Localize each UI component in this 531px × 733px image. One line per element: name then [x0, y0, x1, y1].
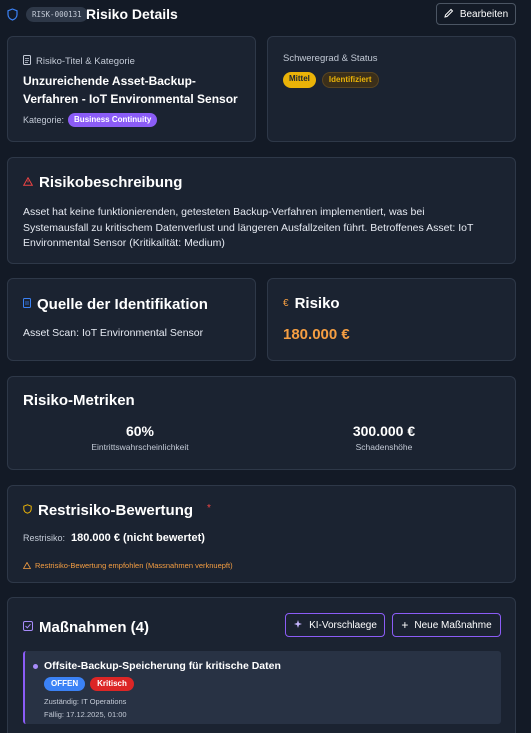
source-heading-row: Quelle der Identifikation [23, 295, 208, 313]
euro-icon: € [283, 298, 289, 309]
measure-status-badge: OFFEN [44, 677, 86, 691]
description-card: Risikobeschreibung Asset hat keine funkt… [7, 157, 516, 264]
severity-status-card: Schweregrad & Status Mittel Identifizier… [267, 36, 516, 142]
description-line-3: Environmental Sensor (Kritikalität: Medi… [23, 237, 225, 249]
title-category-label-row: Risiko-Titel & Kategorie [23, 52, 135, 70]
shield-outline-icon [23, 501, 32, 519]
damage-metric: 300.000 € Schadenshöhe [267, 423, 501, 452]
measure-badges: OFFEN Kritisch [44, 677, 134, 691]
residual-heading: Restrisiko-Bewertung [38, 501, 194, 519]
document-icon [23, 52, 31, 70]
risk-title-line-1: Unzureichende Asset-Backup- [23, 74, 196, 88]
risk-title: Unzureichende Asset-Backup- Verfahren - … [23, 72, 238, 108]
category-badge: Business Continuity [68, 113, 158, 127]
category-row: Kategorie: Business Continuity [23, 113, 158, 127]
measure-responsible: Zuständig: IT Operations [44, 697, 127, 706]
title-category-card: Risiko-Titel & Kategorie Unzureichende A… [7, 36, 256, 142]
new-measure-button[interactable]: + Neue Maßnahme [392, 613, 501, 637]
residual-value-row: Restrisiko: 180.000 € (nicht bewertet) [23, 532, 205, 544]
description-text: Asset hat keine funktionierenden, getest… [23, 205, 473, 252]
new-measure-label: Neue Maßnahme [414, 619, 492, 631]
description-line-1: Asset hat keine funktionierenden, getest… [23, 206, 425, 218]
category-label: Kategorie: [23, 115, 65, 125]
edit-button[interactable]: Bearbeiten [436, 3, 516, 25]
description-line-2: Systemausfall zu kritischem Datenverlust… [23, 221, 474, 234]
damage-value: 300.000 € [352, 423, 416, 439]
measures-card: Maßnahmen (4) KI-Vorschlaege + Neue Maßn… [7, 597, 516, 733]
alert-icon [22, 556, 32, 574]
file-icon [23, 295, 31, 313]
measure-title: Offsite-Backup-Speicherung für kritische… [44, 660, 281, 672]
metrics-heading: Risiko-Metriken [23, 392, 135, 409]
residual-risk-card: Restrisiko-Bewertung * Restrisiko: 180.0… [7, 485, 516, 583]
damage-label: Schadenshöhe [355, 442, 413, 452]
source-card: Quelle der Identifikation Asset Scan: Io… [7, 278, 256, 361]
metrics-card: Risiko-Metriken 60% Eintrittswahrscheinl… [7, 376, 516, 470]
severity-badge: Mittel [283, 72, 316, 88]
shield-icon [7, 8, 18, 26]
severity-status-badges: Mittel Identifiziert [283, 72, 379, 88]
page-title: Risiko Details [86, 6, 178, 22]
description-heading-row: Risikobeschreibung [22, 173, 183, 191]
measures-heading-row: Maßnahmen (4) [23, 618, 149, 636]
measure-due-date: Fällig: 17.12.2025, 01:00 [44, 710, 127, 719]
residual-heading-row: Restrisiko-Bewertung * [23, 501, 211, 519]
risk-value-heading-row: € Risiko [283, 295, 340, 312]
measures-heading: Maßnahmen (4) [39, 618, 150, 636]
edit-button-label: Bearbeiten [459, 8, 509, 20]
ai-suggestions-label: KI-Vorschlaege [309, 619, 377, 631]
status-badge: Identifiziert [321, 72, 379, 88]
plus-icon: + [401, 618, 409, 632]
description-heading: Risikobeschreibung [39, 173, 183, 191]
risk-value: 180.000 € [283, 326, 350, 343]
residual-label: Restrisiko: [23, 533, 66, 543]
probability-value: 60% [125, 423, 155, 439]
source-heading: Quelle der Identifikation [37, 295, 208, 313]
residual-value: 180.000 € (nicht bewertet) [71, 532, 205, 544]
risk-id-badge: RISK-000131 [26, 7, 88, 22]
risk-value-heading: Risiko [294, 295, 340, 312]
warning-triangle-icon [22, 173, 34, 191]
risk-title-line-2: Verfahren - IoT Environmental Sensor [23, 92, 238, 106]
sparkle-icon [293, 619, 303, 632]
severity-status-label: Schweregrad & Status [283, 53, 378, 64]
required-marker: * [207, 502, 211, 514]
risk-value-card: € Risiko 180.000 € [267, 278, 516, 361]
probability-metric: 60% Eintrittswahrscheinlichkeit [23, 423, 257, 452]
pencil-icon [444, 8, 454, 21]
source-text: Asset Scan: IoT Environmental Sensor [23, 327, 204, 339]
measure-priority-badge: Kritisch [90, 677, 134, 691]
header: RISK-000131 Risiko Details Bearbeiten [0, 0, 531, 30]
measure-bullet-icon [33, 663, 38, 669]
ai-suggestions-button[interactable]: KI-Vorschlaege [285, 613, 385, 637]
measure-item[interactable]: Offsite-Backup-Speicherung für kritische… [23, 651, 501, 724]
residual-warning: Restrisiko-Bewertung empfohlen (Massnahm… [35, 560, 233, 570]
title-category-label: Risiko-Titel & Kategorie [36, 55, 135, 67]
residual-warning-row: Restrisiko-Bewertung empfohlen (Massnahm… [22, 556, 233, 574]
checkbox-list-icon [23, 618, 33, 636]
measure-title-row: Offsite-Backup-Speicherung für kritische… [33, 660, 281, 672]
probability-label: Eintrittswahrscheinlichkeit [91, 442, 189, 452]
